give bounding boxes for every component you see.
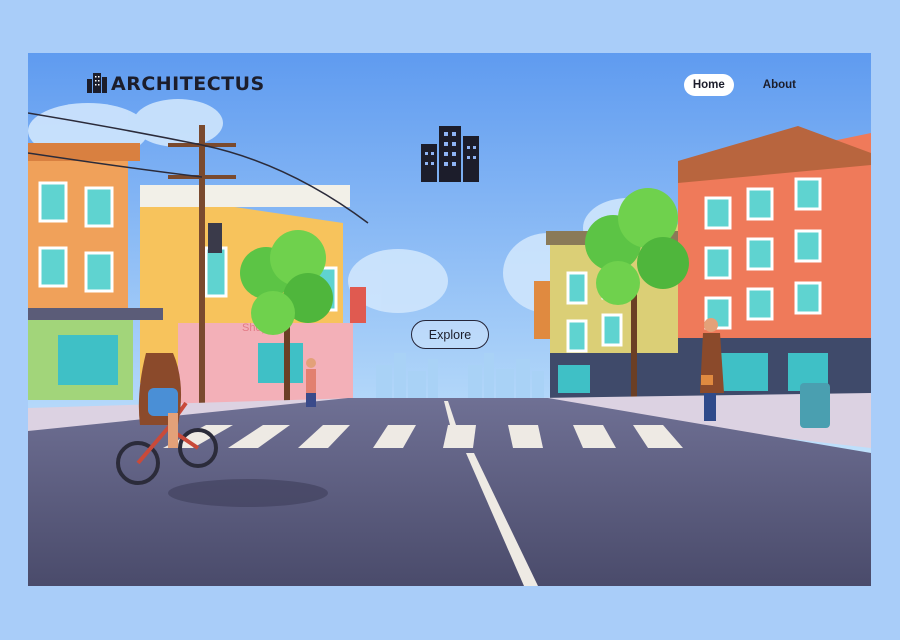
explore-button[interactable]: Explore bbox=[411, 320, 489, 349]
brand-name: ARCHITECTUS bbox=[111, 73, 265, 95]
pedestrian-old-man bbox=[306, 358, 316, 407]
hero-frame: Shop ARCHITECTUS Home About Explore bbox=[28, 53, 871, 586]
brand-logo[interactable]: ARCHITECTUS bbox=[86, 71, 265, 97]
mailbox bbox=[800, 383, 830, 428]
city-buildings-icon bbox=[86, 71, 108, 97]
city-buildings-icon bbox=[419, 122, 481, 186]
nav-home-link[interactable]: Home bbox=[683, 74, 734, 96]
nav-about-link[interactable]: About bbox=[754, 74, 805, 96]
top-nav: Home About bbox=[683, 74, 805, 96]
